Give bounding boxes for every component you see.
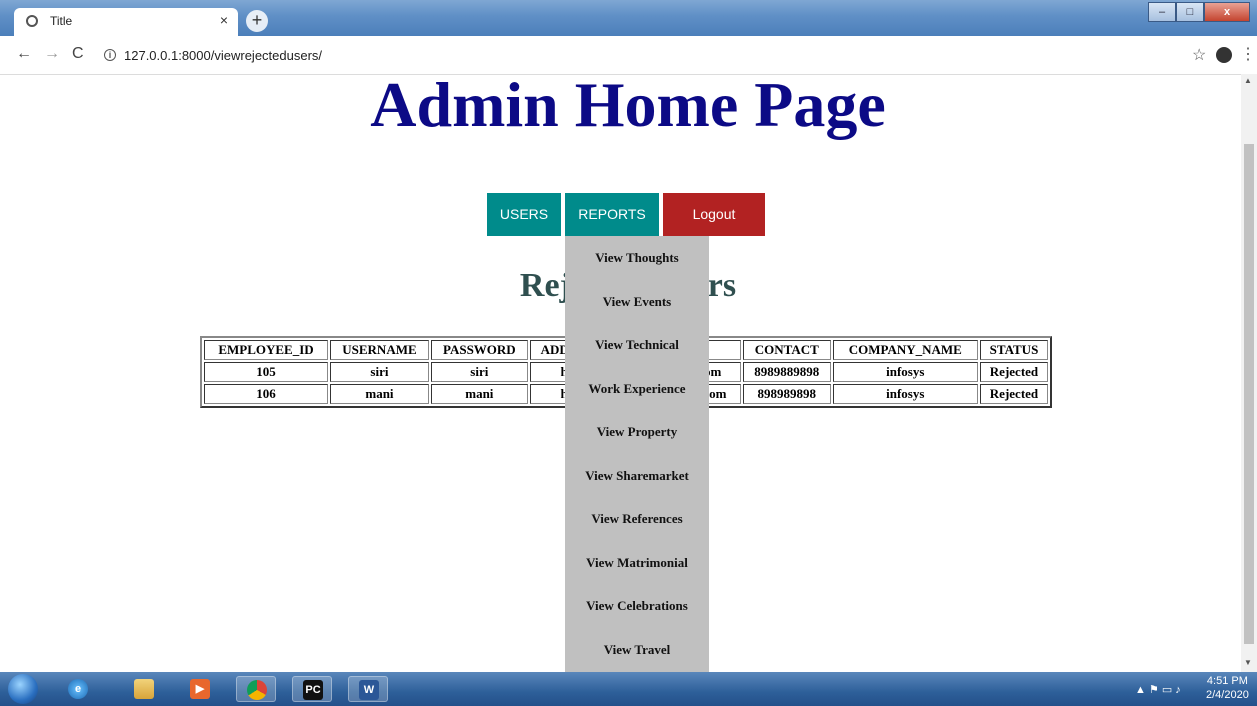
reload-icon[interactable]: C: [72, 45, 84, 63]
windows-taskbar: e ▶ PC W ▲ ⚑ ▭ ♪ 4:51 PM 2/4/2020: [0, 672, 1257, 706]
column-header: STATUS: [979, 340, 1048, 360]
users-nav-button[interactable]: USERS: [487, 193, 561, 236]
new-tab-button[interactable]: +: [246, 10, 268, 32]
media-player-icon: ▶: [190, 679, 210, 699]
menu-item-view-sharemarket[interactable]: View Sharemarket: [565, 468, 709, 484]
forward-arrow-icon[interactable]: →: [44, 45, 60, 63]
profile-icon[interactable]: [1216, 47, 1232, 63]
taskbar-word[interactable]: W: [348, 676, 388, 702]
internet-explorer-icon: e: [68, 679, 88, 699]
column-header: EMPLOYEE_ID: [204, 340, 329, 360]
clock-date: 2/4/2020: [1206, 689, 1249, 701]
column-header: USERNAME: [330, 340, 429, 360]
menu-item-view-references[interactable]: View References: [565, 511, 709, 527]
close-window-button[interactable]: x: [1204, 2, 1250, 22]
folder-icon: [134, 679, 154, 699]
table-cell: 898989898: [743, 384, 831, 404]
browser-tab-bar: Title × + – □ x: [0, 0, 1257, 36]
column-header: PASSWORD: [430, 340, 528, 360]
clock-time: 4:51 PM: [1206, 675, 1248, 687]
reports-dropdown-menu: View Thoughts View Events View Technical…: [565, 236, 709, 672]
table-cell: 105: [204, 362, 329, 382]
maximize-button[interactable]: □: [1176, 2, 1204, 22]
tab-title: Title: [50, 14, 73, 28]
menu-item-view-events[interactable]: View Events: [565, 294, 709, 310]
menu-dots-icon[interactable]: ⋮: [1240, 44, 1256, 64]
column-header: COMPANY_NAME: [832, 340, 978, 360]
browser-tab[interactable]: Title ×: [14, 8, 238, 36]
logout-button[interactable]: Logout: [663, 193, 765, 236]
close-tab-icon[interactable]: ×: [220, 12, 228, 28]
taskbar-clock[interactable]: 4:51 PM 2/4/2020: [1206, 674, 1249, 702]
taskbar-media-player[interactable]: ▶: [180, 676, 220, 702]
taskbar-pycharm[interactable]: PC: [292, 676, 332, 702]
taskbar-ie[interactable]: e: [58, 676, 98, 702]
page-content: Admin Home Page USERS REPORTS Logout Rej…: [0, 74, 1241, 672]
start-button-icon[interactable]: [8, 674, 38, 704]
word-icon: W: [359, 680, 379, 700]
table-cell: infosys: [832, 362, 978, 382]
url-input[interactable]: 127.0.0.1:8000/viewrejectedusers/: [124, 48, 322, 63]
globe-icon: [26, 15, 38, 27]
vertical-scrollbar[interactable]: ▲ ▼: [1241, 74, 1257, 672]
menu-item-view-travel[interactable]: View Travel: [565, 642, 709, 658]
table-cell: mani: [330, 384, 429, 404]
menu-item-view-thoughts[interactable]: View Thoughts: [565, 250, 709, 266]
scroll-up-icon[interactable]: ▲: [1244, 76, 1252, 85]
column-header: CONTACT: [743, 340, 831, 360]
back-arrow-icon[interactable]: ←: [16, 45, 32, 63]
table-cell: infosys: [832, 384, 978, 404]
scroll-down-icon[interactable]: ▼: [1244, 658, 1252, 667]
taskbar-chrome[interactable]: [236, 676, 276, 702]
reports-nav-button[interactable]: REPORTS: [565, 193, 659, 236]
table-cell: Rejected: [979, 384, 1048, 404]
table-cell: 8989889898: [743, 362, 831, 382]
pycharm-icon: PC: [303, 680, 323, 700]
table-cell: siri: [430, 362, 528, 382]
system-tray[interactable]: ▲ ⚑ ▭ ♪: [1135, 683, 1181, 696]
table-cell: Rejected: [979, 362, 1048, 382]
scrollbar-thumb[interactable]: [1244, 144, 1254, 644]
menu-item-view-property[interactable]: View Property: [565, 424, 709, 440]
minimize-button[interactable]: –: [1148, 2, 1176, 22]
page-title: Admin Home Page: [370, 74, 886, 140]
table-cell: siri: [330, 362, 429, 382]
info-icon[interactable]: i: [104, 49, 116, 61]
menu-item-view-technical[interactable]: View Technical: [565, 337, 709, 353]
bookmark-star-icon[interactable]: ☆: [1192, 45, 1206, 65]
table-cell: mani: [430, 384, 528, 404]
menu-item-view-celebrations[interactable]: View Celebrations: [565, 598, 709, 614]
address-bar: ← → C i 127.0.0.1:8000/viewrejectedusers…: [0, 36, 1257, 75]
taskbar-explorer[interactable]: [124, 676, 164, 702]
chrome-icon: [247, 680, 267, 700]
menu-item-view-matrimonial[interactable]: View Matrimonial: [565, 555, 709, 571]
table-cell: 106: [204, 384, 329, 404]
menu-item-work-experience[interactable]: Work Experience: [565, 381, 709, 397]
